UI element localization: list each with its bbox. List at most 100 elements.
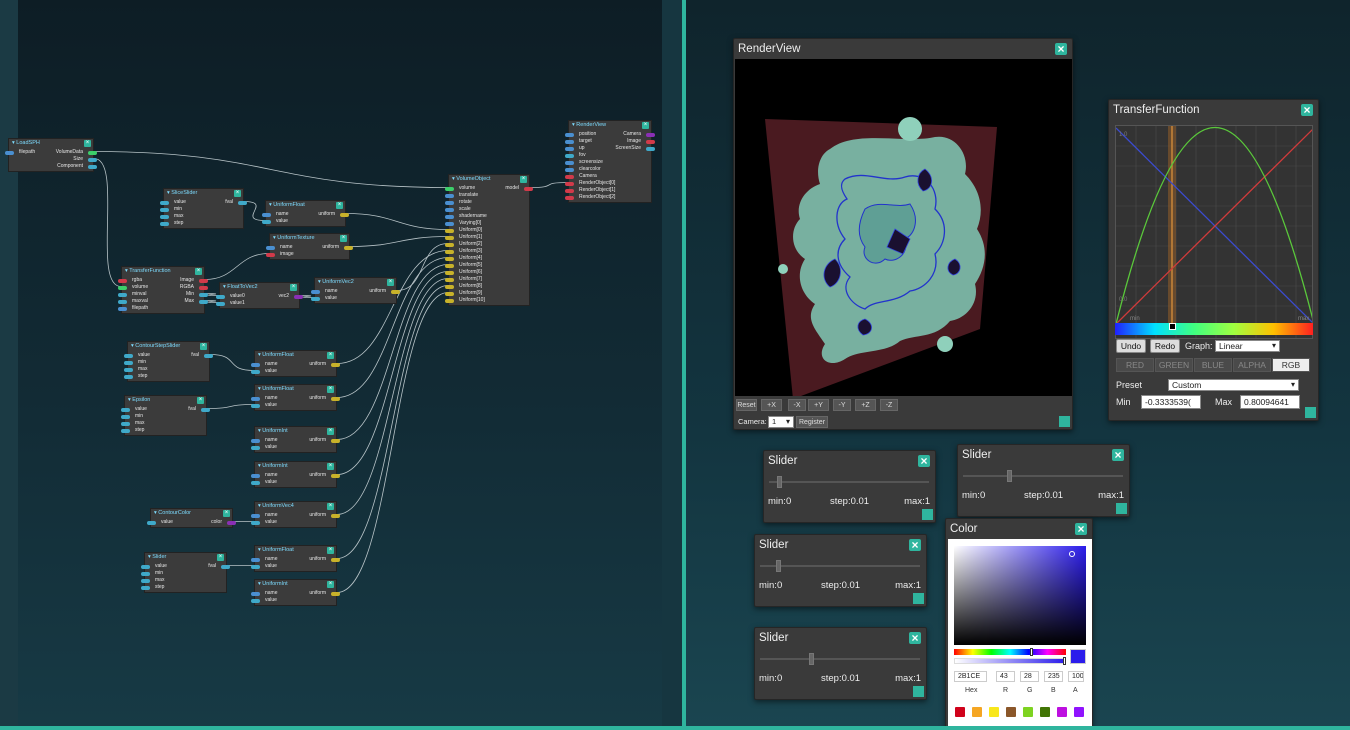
node-title[interactable]: ▾ Slider (145, 553, 226, 562)
node-title[interactable]: ▾ RenderView (569, 121, 651, 130)
port-connector[interactable] (445, 242, 454, 247)
port-connector[interactable] (340, 212, 349, 217)
close-icon[interactable]: × (1055, 43, 1067, 55)
port-connector[interactable] (524, 186, 533, 191)
input-port[interactable]: scale (445, 206, 471, 213)
port-connector[interactable] (311, 289, 320, 294)
input-port[interactable]: shadername (445, 213, 487, 220)
node-title[interactable]: ▾ Epsilon (125, 396, 206, 405)
node-title[interactable]: ▾ UniformVec2 (315, 278, 396, 287)
tab-rgb[interactable]: RGB (1272, 358, 1310, 372)
input-port[interactable]: value (251, 479, 277, 486)
input-port[interactable]: filepath (118, 305, 148, 312)
port-connector[interactable] (88, 157, 97, 162)
output-port[interactable]: Max (185, 298, 208, 305)
resize-handle[interactable] (1116, 503, 1127, 514)
node-slider_node[interactable]: ▾ Slider × value min max step fval (141, 552, 230, 593)
slider-track[interactable] (760, 653, 920, 665)
tab-alpha[interactable]: ALPHA (1233, 358, 1271, 372)
resize-handle[interactable] (1059, 416, 1070, 427)
preset-color-swatch[interactable] (972, 707, 982, 717)
a-input[interactable]: 100 (1068, 671, 1084, 682)
resize-handle[interactable] (922, 509, 933, 520)
preset-select[interactable]: Custom (1168, 379, 1299, 391)
port-connector[interactable] (445, 200, 454, 205)
input-port[interactable]: Uniform[0] (445, 227, 482, 234)
port-connector[interactable] (160, 207, 169, 212)
saturation-field[interactable] (954, 546, 1086, 645)
close-icon[interactable]: × (1075, 523, 1087, 535)
camera-axis-button[interactable]: +Y (808, 399, 829, 411)
output-port[interactable]: uniform (309, 395, 340, 402)
camera-reset-button[interactable]: Reset (736, 399, 757, 411)
port-connector[interactable] (262, 219, 271, 224)
input-port[interactable]: RenderObject[1] (565, 187, 615, 194)
input-port[interactable]: name (251, 361, 278, 368)
node-transferfunction_node[interactable]: ▾ TransferFunction × rgba volume minval maxva… (118, 266, 208, 314)
port-connector[interactable] (121, 428, 130, 433)
port-connector[interactable] (331, 513, 340, 518)
node-epsilon[interactable]: ▾ Epsilon × value min max step fval (121, 395, 210, 436)
input-port[interactable]: value (251, 402, 277, 409)
port-connector[interactable] (565, 153, 574, 158)
port-connector[interactable] (141, 564, 150, 569)
port-connector[interactable] (251, 396, 260, 401)
port-connector[interactable] (199, 278, 208, 283)
close-icon[interactable]: × (340, 235, 347, 242)
alpha-slider[interactable] (954, 657, 1066, 665)
tab-blue[interactable]: BLUE (1194, 358, 1232, 372)
port-connector[interactable] (141, 585, 150, 590)
port-connector[interactable] (565, 167, 574, 172)
resize-handle[interactable] (913, 686, 924, 697)
port-connector[interactable] (238, 200, 247, 205)
output-port[interactable]: uniform (309, 590, 340, 597)
input-port[interactable]: step (160, 220, 183, 227)
colormap-handle[interactable] (1169, 323, 1176, 330)
close-icon[interactable]: × (234, 190, 241, 197)
input-port[interactable]: target (565, 138, 592, 145)
slider-thumb[interactable] (775, 560, 781, 572)
node-uniformfloat1[interactable]: ▾ UniformFloat × name value uniform (262, 200, 349, 227)
port-connector[interactable] (445, 221, 454, 226)
port-connector[interactable] (565, 132, 574, 137)
port-connector[interactable] (445, 214, 454, 219)
port-connector[interactable] (160, 221, 169, 226)
camera-axis-button[interactable]: -Y (833, 399, 851, 411)
tab-red[interactable]: RED (1116, 358, 1154, 372)
preset-color-swatch[interactable] (1006, 707, 1016, 717)
input-port[interactable]: Uniform[1] (445, 234, 482, 241)
input-port[interactable]: Uniform[9] (445, 290, 482, 297)
node-title[interactable]: ▾ TransferFunction (122, 267, 204, 276)
port-connector[interactable] (445, 291, 454, 296)
port-connector[interactable] (331, 591, 340, 596)
input-port[interactable]: rotate (445, 199, 472, 206)
input-port[interactable]: min (124, 359, 146, 366)
input-port[interactable]: value1 (216, 300, 245, 307)
port-connector[interactable] (251, 598, 260, 603)
node-title[interactable]: ▾ ContourColor (151, 509, 232, 518)
input-port[interactable]: value (262, 218, 288, 225)
output-port[interactable]: uniform (309, 472, 340, 479)
preset-color-swatch[interactable] (989, 707, 999, 717)
port-connector[interactable] (251, 564, 260, 569)
input-port[interactable]: value (311, 295, 337, 302)
input-port[interactable]: RenderObject[0] (565, 180, 615, 187)
node-uniformfloat3[interactable]: ▾ UniformFloat × name value uniform (251, 384, 340, 411)
port-connector[interactable] (141, 578, 150, 583)
input-port[interactable]: volume (118, 284, 148, 291)
port-connector[interactable] (344, 245, 353, 250)
close-icon[interactable]: × (909, 539, 921, 551)
port-connector[interactable] (445, 193, 454, 198)
input-port[interactable]: name (251, 590, 278, 597)
port-connector[interactable] (118, 285, 127, 290)
output-port[interactable]: Image (180, 277, 208, 284)
close-icon[interactable]: × (197, 397, 204, 404)
output-port[interactable]: VolumeData (56, 149, 97, 156)
slider-thumb[interactable] (808, 653, 814, 665)
port-connector[interactable] (565, 188, 574, 193)
node-uniformfloat2[interactable]: ▾ UniformFloat × name value uniform (251, 350, 340, 377)
port-connector[interactable] (445, 270, 454, 275)
input-port[interactable]: position (565, 131, 596, 138)
input-port[interactable]: value (121, 406, 147, 413)
input-port[interactable]: up (565, 145, 585, 152)
